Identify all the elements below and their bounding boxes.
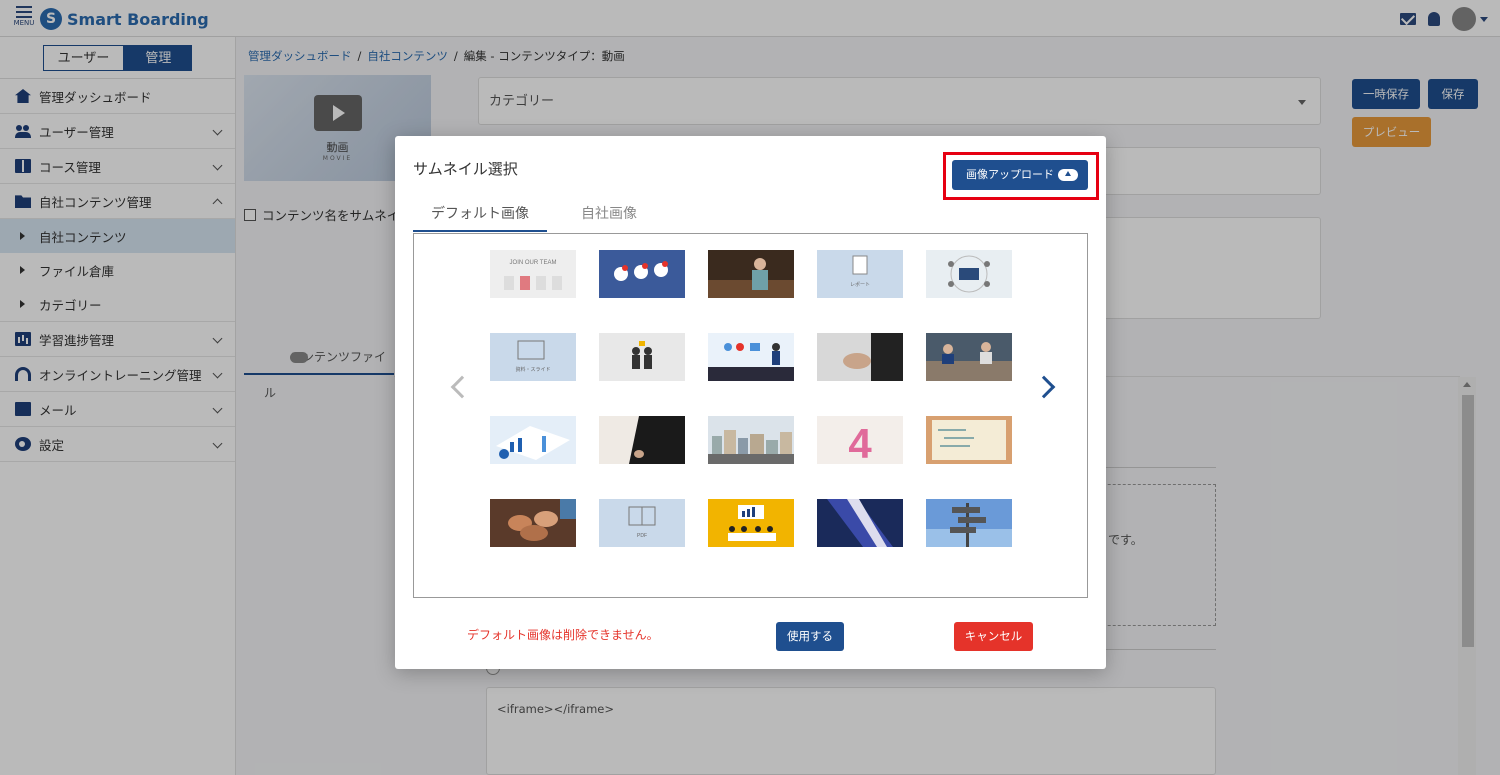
cloud-upload-icon [1058,169,1078,181]
thumb-teamwork-hands[interactable] [490,499,576,547]
modal-tabs: デフォルト画像 自社画像 [413,196,655,232]
thumb-network[interactable] [926,250,1012,298]
thumbnail-grid: JOIN OUR TEAM レポート 資料・スライド 4 PDF [413,233,1088,598]
thumb-pdf[interactable]: PDF [599,499,685,547]
thumbnail-select-modal: サムネイル選択 画像アップロード デフォルト画像 自社画像 JOIN OUR T… [395,136,1106,669]
thumb-handshake[interactable] [817,333,903,381]
modal-title: サムネイル選択 [413,160,518,178]
thumb-suit[interactable] [599,416,685,464]
thumb-charts[interactable] [490,416,576,464]
thumb-team-yellow[interactable] [708,499,794,547]
tab-company-images[interactable]: 自社画像 [563,196,655,232]
chevron-right-icon[interactable] [1032,375,1056,399]
thumb-mission-board[interactable] [926,416,1012,464]
thumb-cafe-staff[interactable] [708,250,794,298]
thumb-signpost[interactable] [926,499,1012,547]
thumb-join-our-team-image: JOIN OUR TEAM [490,250,576,298]
tab-default-images[interactable]: デフォルト画像 [413,196,547,232]
thumb-city[interactable] [708,416,794,464]
thumb-presentation[interactable] [708,333,794,381]
chevron-left-icon[interactable] [450,375,474,399]
thumb-text: PDF [637,533,647,539]
thumb-text: 4 [848,420,872,464]
thumb-slide[interactable]: 資料・スライド [490,333,576,381]
thumb-text: レポート [850,281,870,288]
thumb-text: 資料・スライド [515,366,550,373]
thumb-text: JOIN OUR TEAM [510,260,557,266]
thumb-report[interactable]: レポート [817,250,903,298]
thumb-leader[interactable] [599,333,685,381]
thumb-tie[interactable] [817,499,903,547]
thumb-meeting[interactable] [926,333,1012,381]
thumb-join-our-team[interactable]: JOIN OUR TEAM [490,250,576,298]
use-button[interactable]: 使用する [776,622,844,651]
image-upload-label: 画像アップロード [966,168,1054,181]
thumb-number-four[interactable]: 4 [817,416,903,464]
image-upload-button[interactable]: 画像アップロード [952,160,1088,190]
footer-note: デフォルト画像は削除できません。 [467,628,659,642]
thumb-social-icons[interactable] [599,250,685,298]
cancel-button[interactable]: キャンセル [954,622,1033,651]
